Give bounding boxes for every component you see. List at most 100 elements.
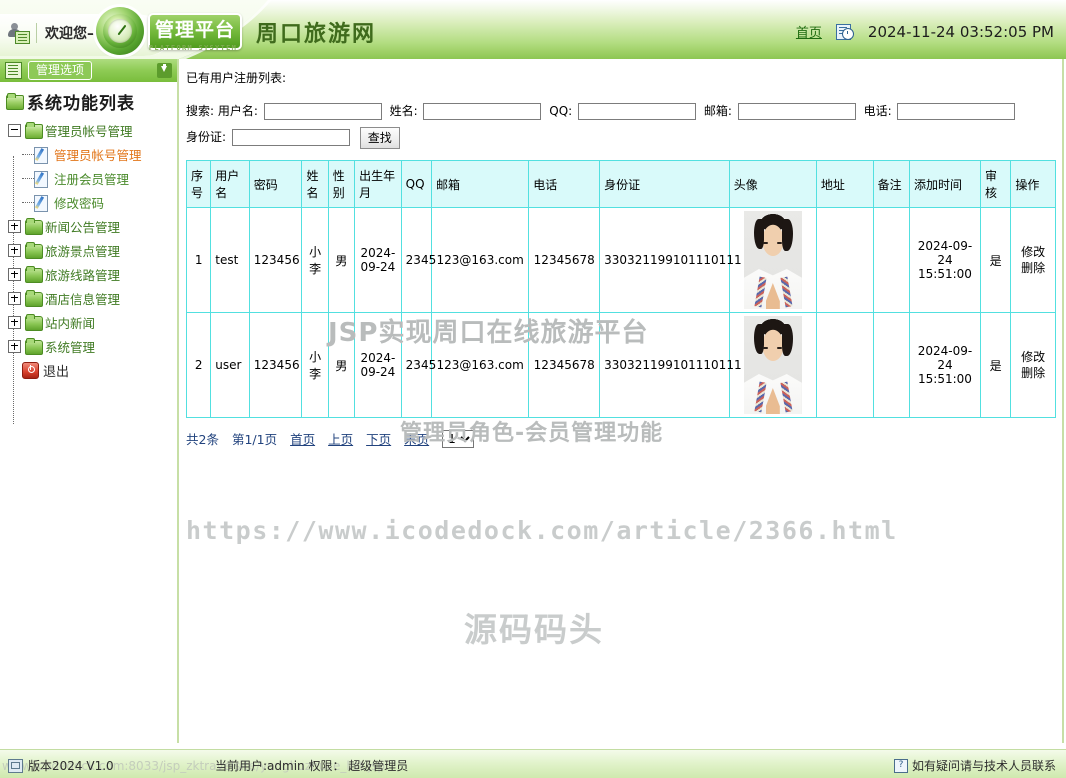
site-title: 周口旅游网 <box>256 22 377 47</box>
search-bar: 搜索: 用户名: 姓名: QQ: 邮箱: 电话: 身份证: 查找 <box>181 86 1062 150</box>
gauge-logo-icon <box>96 7 144 55</box>
expand-toggle-icon[interactable] <box>8 339 21 353</box>
col-birth: 出生年月 <box>354 160 402 208</box>
folder-icon <box>25 313 43 331</box>
sidebar-header: 管理选项 <box>0 59 177 83</box>
cell-audit: 是 <box>979 207 1012 313</box>
search-label-username: 用户名: <box>217 104 258 118</box>
col-avatar: 头像 <box>728 160 817 208</box>
col-gender: 性别 <box>327 160 356 208</box>
sidebar-item-travel-routes[interactable]: 旅游线路管理 <box>8 262 177 286</box>
collapse-toggle-icon[interactable] <box>8 123 21 137</box>
sidebar-item-label: 管理员帐号管理 <box>45 123 133 139</box>
col-audit: 审核 <box>979 160 1012 208</box>
col-qq: QQ <box>400 160 433 208</box>
folder-icon <box>25 241 43 259</box>
next-page-link[interactable]: 下页 <box>366 429 391 448</box>
date-time-icon <box>835 23 854 40</box>
sidebar-item-label: 修改密码 <box>54 195 105 211</box>
folder-icon <box>25 337 43 355</box>
cell-email: 123@163.com <box>431 312 530 418</box>
sidebar-item-label: 旅游线路管理 <box>45 267 121 283</box>
current-datetime: 2024-11-24 03:52:05 PM <box>867 22 1054 41</box>
cell-remark <box>872 312 911 418</box>
search-input-email[interactable] <box>737 103 856 120</box>
cell-idcard: 330321199101110111 <box>599 312 742 418</box>
cell-audit: 是 <box>979 312 1012 418</box>
tree-title: 系统功能列表 <box>0 83 177 118</box>
user-table-wrap: 序号 用户名 密码 姓名 性别 出生年月 QQ 邮箱 电话 身份证 头像 地址 … <box>185 160 1056 418</box>
watermark-url: https://www.icodedock.com/article/2366.h… <box>186 516 898 545</box>
search-label-qq: QQ: <box>549 104 573 118</box>
cell-password: 123456 <box>248 207 303 313</box>
search-input-phone[interactable] <box>897 103 1016 120</box>
sidebar-item-scenic-spots[interactable]: 旅游景点管理 <box>8 238 177 262</box>
cell-address <box>815 207 874 313</box>
expand-toggle-icon[interactable] <box>8 243 21 257</box>
cell-added-time: 2024-09-24 15:51:00 <box>909 312 981 418</box>
edit-link[interactable]: 修改 <box>1015 349 1051 365</box>
watermark-brand: 源码码头 <box>464 610 604 649</box>
main-content: 已有用户注册列表: 搜索: 用户名: 姓名: QQ: 邮箱: 电话: 身份证: … <box>181 59 1064 749</box>
expand-toggle-icon[interactable] <box>8 219 21 233</box>
cell-added-time: 2024-09-24 15:51:00 <box>909 207 981 313</box>
search-label-realname: 姓名: <box>389 104 418 118</box>
page-title: 已有用户注册列表: <box>186 71 287 85</box>
logout-icon <box>22 361 39 379</box>
user-avatar-photo <box>743 211 802 309</box>
function-tree: 管理员帐号管理 管理员帐号管理 注册会员管理 修改密码 新闻公告管理 旅游景点管… <box>0 118 177 424</box>
cell-address <box>815 312 874 418</box>
search-input-idcard[interactable] <box>231 129 350 146</box>
search-input-username[interactable] <box>263 103 382 120</box>
sidebar-item-label: 旅游景点管理 <box>45 243 121 259</box>
search-input-realname[interactable] <box>423 103 542 120</box>
sidebar-item-system-management[interactable]: 系统管理 <box>8 334 177 358</box>
table-header-row: 序号 用户名 密码 姓名 性别 出生年月 QQ 邮箱 电话 身份证 头像 地址 … <box>185 160 1056 208</box>
edit-link[interactable]: 修改 <box>1015 244 1051 260</box>
question-mark-icon: ? <box>893 758 908 773</box>
user-avatar-photo <box>743 316 802 414</box>
tree-title-label: 系统功能列表 <box>27 94 135 114</box>
arrow-down-icon[interactable] <box>157 63 172 78</box>
sidebar-item-news-notice[interactable]: 新闻公告管理 <box>8 214 177 238</box>
col-address: 地址 <box>815 160 874 208</box>
sidebar-item-admin-account-group[interactable]: 管理员帐号管理 <box>8 118 177 142</box>
cell-operation: 修改 删除 <box>1010 312 1056 418</box>
last-page-link[interactable]: 末页 <box>404 429 429 448</box>
prev-page-link[interactable]: 上页 <box>328 429 353 448</box>
sidebar-item-hotel-info[interactable]: 酒店信息管理 <box>8 286 177 310</box>
cell-birth: 2024-09-24 <box>354 312 402 418</box>
sidebar-item-admin-account[interactable]: 管理员帐号管理 <box>8 142 177 166</box>
search-input-qq[interactable] <box>578 103 697 120</box>
folder-icon <box>25 217 43 235</box>
cell-birth: 2024-09-24 <box>354 207 402 313</box>
cell-idcard: 330321199101110111 <box>599 207 742 313</box>
cell-avatar <box>728 207 817 313</box>
delete-link[interactable]: 删除 <box>1015 260 1051 276</box>
sidebar-item-label: 新闻公告管理 <box>45 219 121 235</box>
search-prefix-label: 搜索: <box>186 104 215 118</box>
col-idcard: 身份证 <box>599 160 730 208</box>
pencil-icon <box>34 146 50 164</box>
sidebar-item-site-news[interactable]: 站内新闻 <box>8 310 177 334</box>
sidebar-item-logout[interactable]: 退出 <box>8 358 177 382</box>
sidebar-item-member-register[interactable]: 注册会员管理 <box>8 166 177 190</box>
expand-toggle-icon[interactable] <box>8 267 21 281</box>
cell-qq: 2345 <box>400 207 436 313</box>
page-select[interactable]: 1 <box>442 429 475 448</box>
col-remark: 备注 <box>872 160 911 208</box>
footer-help-label: 如有疑问请与技术人员联系 <box>911 759 1056 773</box>
first-page-link[interactable]: 首页 <box>290 429 315 448</box>
table-row: 1 test 123456 小李 男 2024-09-24 2345 123@1… <box>185 207 1056 313</box>
col-operation: 操作 <box>1010 160 1056 208</box>
cell-index: 2 <box>185 312 212 418</box>
search-button[interactable]: 查找 <box>359 126 400 149</box>
cell-username: test <box>210 207 250 313</box>
cell-avatar <box>728 312 817 418</box>
expand-toggle-icon[interactable] <box>8 291 21 305</box>
home-link[interactable]: 首页 <box>796 22 822 41</box>
cell-remark <box>872 207 911 313</box>
sidebar-item-change-password[interactable]: 修改密码 <box>8 190 177 214</box>
expand-toggle-icon[interactable] <box>8 315 21 329</box>
delete-link[interactable]: 删除 <box>1015 365 1051 381</box>
